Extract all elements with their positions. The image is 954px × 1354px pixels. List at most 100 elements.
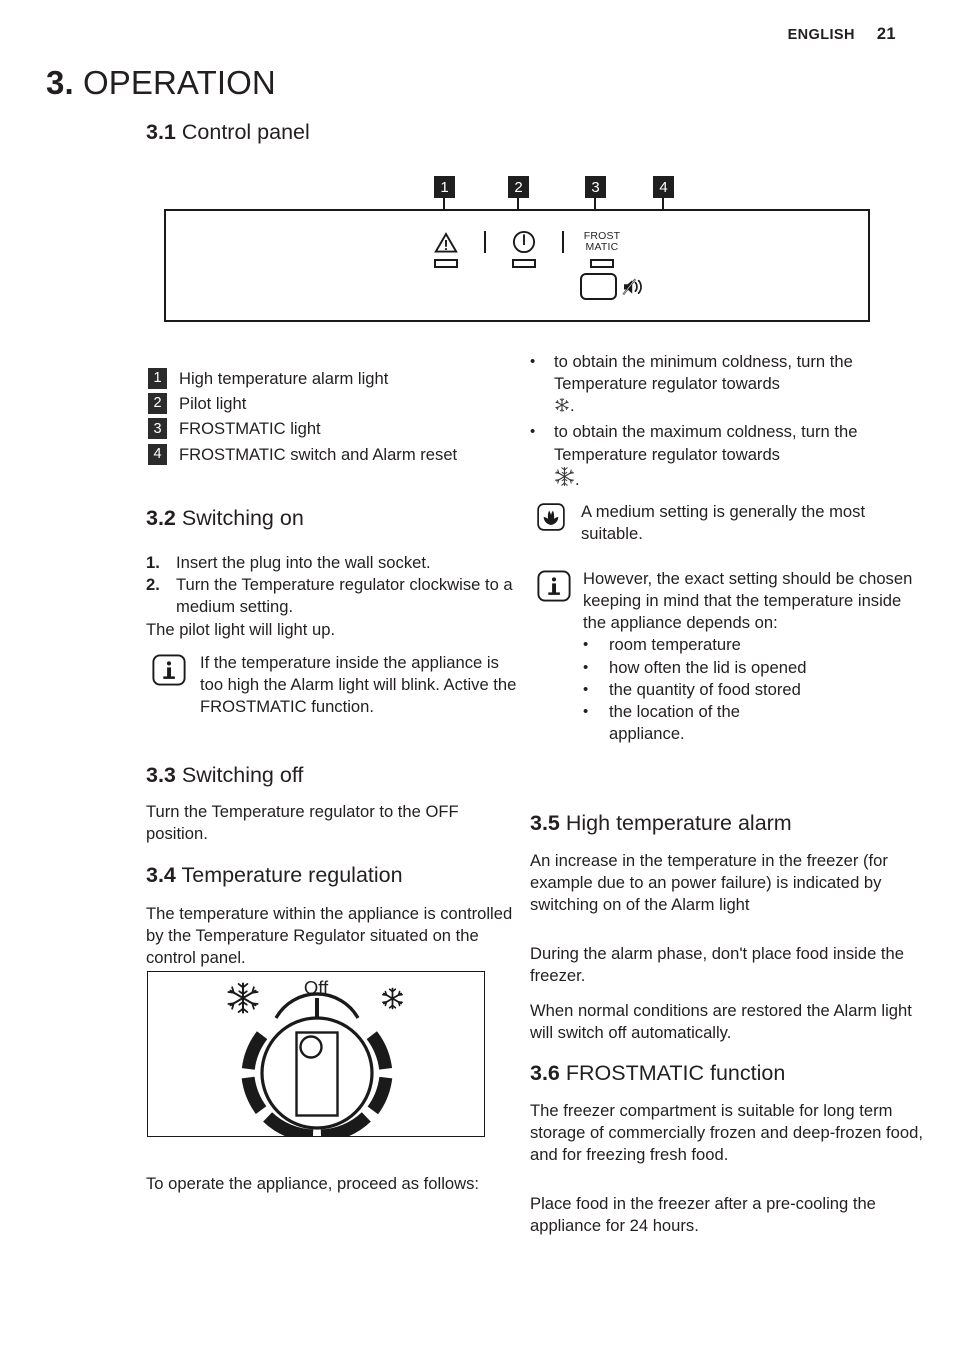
chapter-number: 3.: [46, 64, 74, 101]
section-heading-switching-off: 3.3 Switching off: [146, 762, 303, 789]
step-item: 2. Turn the Temperature regulator clockw…: [146, 574, 528, 618]
factor-item: • the quantity of food stored: [583, 679, 917, 701]
operate-appliance-intro: To operate the appliance, proceed as fol…: [146, 1174, 480, 1193]
switching-on-result-text: The pilot light will light up.: [146, 620, 336, 639]
dial-graphic: [241, 992, 393, 1137]
tulip-icon: [537, 501, 567, 536]
step-text: Turn the Temperature regulator clockwise…: [176, 575, 513, 617]
temperature-factors-list: • room temperature • how often the lid i…: [583, 634, 917, 745]
bullet-item-maximum-coldness: • to obtain the maximum coldness, turn t…: [530, 421, 922, 492]
callout-number-1: 1: [434, 176, 455, 198]
section-heading-control-panel: 3.1 Control panel: [146, 119, 310, 146]
warning-triangle-indicator: [418, 229, 474, 268]
panel-divider-2: [562, 231, 564, 253]
legend-item: 3 FROSTMATIC light: [148, 418, 457, 440]
header-language: ENGLISH: [787, 27, 855, 43]
section-title: Switching off: [181, 763, 304, 787]
section-title: Switching on: [181, 506, 304, 530]
legend-item: 2 Pilot light: [148, 393, 457, 415]
bullet-text-maximum: to obtain the maximum coldness, turn the…: [554, 422, 858, 464]
note-callout-alarm-blink: If the temperature inside the appliance …: [152, 652, 524, 718]
legend-item: 1 High temperature alarm light: [148, 368, 457, 389]
legend-badge-2: 2: [148, 393, 167, 415]
pilot-led: [512, 259, 536, 268]
bullet-dot: •: [530, 423, 536, 441]
factor-text: room temperature: [609, 635, 741, 655]
control-panel-illustration: FROST MATIC: [164, 209, 870, 322]
bullet-item-minimum-coldness: • to obtain the minimum coldness, turn t…: [530, 351, 922, 419]
bullet-dot: •: [583, 702, 589, 720]
callout-number-2: 2: [508, 176, 529, 198]
coldness-bullet-list: • to obtain the minimum coldness, turn t…: [530, 351, 922, 493]
frostmatic-paragraph-1: The freezer compartment is suitable for …: [530, 1101, 923, 1165]
pilot-power-indicator: [496, 229, 552, 268]
frostmatic-label-line1: FROST: [583, 229, 621, 242]
tip-text: A medium setting is generally the most s…: [581, 502, 866, 544]
bullet-dot: •: [583, 636, 589, 654]
legend-label-3: FROSTMATIC light: [179, 419, 321, 439]
section-number: 3.1: [146, 120, 176, 144]
factor-item: • room temperature: [583, 634, 917, 656]
large-snowflake-icon: [554, 466, 575, 493]
section-number: 3.4: [146, 863, 176, 887]
section-heading-temperature-regulation: 3.4 Temperature regulation: [146, 862, 403, 889]
switching-off-body: Turn the Temperature regulator to the OF…: [146, 802, 459, 844]
section-title: FROSTMATIC function: [565, 1061, 786, 1085]
factor-item: • the location of the appliance.: [583, 701, 917, 745]
factor-text: the quantity of food stored: [609, 679, 801, 699]
frostmatic-paragraph-2: Place food in the freezer after a pre-co…: [530, 1194, 876, 1236]
alarm-paragraph-1: An increase in the temperature in the fr…: [530, 851, 888, 915]
alarm-paragraph-3: When normal conditions are restored the …: [530, 1001, 912, 1043]
section-number: 3.2: [146, 506, 176, 530]
section-title: High temperature alarm: [565, 811, 792, 835]
small-snowflake-icon: [554, 397, 570, 419]
power-icon: [512, 229, 536, 255]
chapter-title: 3. OPERATION: [46, 64, 276, 102]
frostmatic-alarm-reset-button[interactable]: [580, 273, 617, 300]
legend-label-1: High temperature alarm light: [179, 369, 389, 388]
header-page-number: 21: [876, 25, 896, 43]
switching-on-steps: 1. Insert the plug into the wall socket.…: [146, 552, 528, 618]
note-text: However, the exact setting should be cho…: [583, 569, 913, 633]
section-number: 3.3: [146, 763, 176, 787]
bullet-text-minimum: to obtain the minimum coldness, turn the…: [554, 352, 853, 394]
manual-page: ENGLISH 21 3. OPERATION 3.1 Control pane…: [0, 0, 954, 1354]
legend-label-2: Pilot light: [179, 394, 247, 414]
bullet-dot: •: [530, 353, 536, 370]
step-text: Insert the plug into the wall socket.: [176, 553, 431, 572]
section-number: 3.6: [530, 1061, 560, 1085]
legend-badge-1: 1: [148, 368, 167, 389]
section-title: Control panel: [181, 120, 310, 144]
warning-triangle-icon: [434, 229, 458, 255]
note-callout-exact-setting: However, the exact setting should be cho…: [537, 568, 917, 745]
step-item: 1. Insert the plug into the wall socket.: [146, 552, 528, 574]
figure-legend: 1 High temperature alarm light 2 Pilot l…: [148, 368, 457, 469]
legend-badge-3: 3: [148, 418, 167, 440]
info-icon: [152, 652, 190, 691]
frostmatic-label: FROST MATIC: [584, 229, 621, 255]
frostmatic-indicator: FROST MATIC: [574, 229, 630, 268]
section-heading-frostmatic-function: 3.6 FROSTMATIC function: [530, 1060, 785, 1087]
alarm-paragraph-2: During the alarm phase, don't place food…: [530, 944, 904, 986]
alarm-led: [434, 259, 458, 268]
factor-text: the location of the appliance.: [609, 701, 740, 743]
section-number: 3.5: [530, 811, 560, 835]
legend-label-4: FROSTMATIC switch and Alarm reset: [179, 444, 458, 464]
frostmatic-label-line2: MATIC: [585, 241, 619, 253]
bullet-suffix: .: [575, 469, 580, 489]
bullet-dot: •: [583, 658, 589, 676]
legend-badge-4: 4: [148, 443, 167, 465]
section-title: Temperature regulation: [181, 863, 403, 887]
section-heading-switching-on: 3.2 Switching on: [146, 505, 304, 532]
step-marker: 2.: [146, 575, 160, 595]
thermostat-dial-illustration: Off: [147, 971, 485, 1137]
tip-callout-medium-setting: A medium setting is generally the most s…: [537, 501, 917, 545]
factor-text: how often the lid is opened: [609, 657, 807, 677]
muted-speaker-icon: [622, 277, 646, 302]
note-text: If the temperature inside the appliance …: [200, 653, 517, 717]
step-marker: 1.: [146, 553, 160, 572]
running-header: ENGLISH 21: [788, 25, 896, 44]
bullet-suffix: .: [570, 396, 575, 416]
bullet-dot: •: [583, 680, 589, 698]
legend-item: 4 FROSTMATIC switch and Alarm reset: [148, 443, 458, 465]
